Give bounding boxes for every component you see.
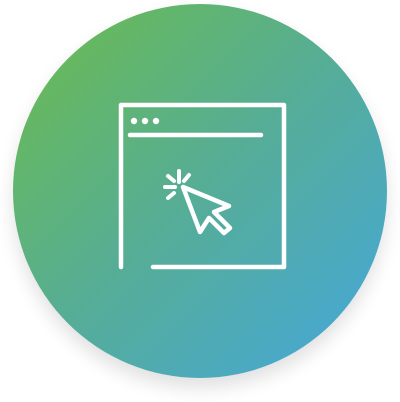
browser-window-click-icon	[13, 4, 387, 378]
window-controls	[130, 117, 160, 125]
circle-badge	[13, 4, 387, 378]
window-dot-1	[130, 117, 138, 125]
window-dot-2	[141, 117, 149, 125]
icon-stage	[0, 0, 400, 402]
window-dot-3	[152, 117, 160, 125]
badge-gradient	[13, 4, 387, 378]
